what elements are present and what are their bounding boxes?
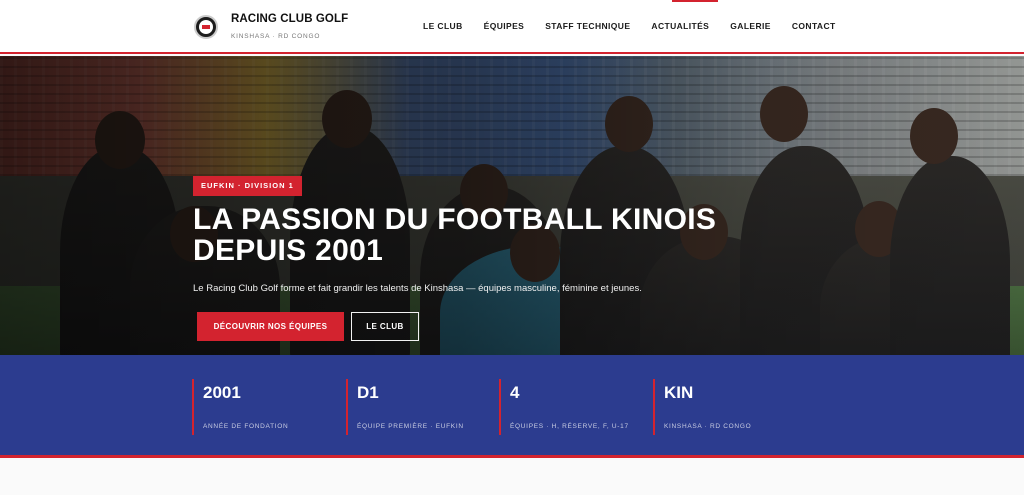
- stat-label: ÉQUIPE PREMIÈRE · EUFKIN: [357, 423, 464, 430]
- hero-title-line-2: DEPUIS 2001: [193, 234, 384, 267]
- stat-label: KINSHASA · RD CONGO: [664, 423, 752, 430]
- stat-city: KIN KINSHASA · RD CONGO: [653, 379, 803, 435]
- stat-value: 4: [510, 383, 520, 402]
- brand-name[interactable]: RACING CLUB GOLF: [231, 13, 348, 25]
- le-club-button[interactable]: LE CLUB: [351, 312, 419, 341]
- brand-location: KINSHASA · RD CONGO: [231, 33, 321, 40]
- nav-equipes[interactable]: ÉQUIPES: [484, 21, 525, 31]
- discover-teams-button[interactable]: DÉCOUVRIR NOS ÉQUIPES: [197, 312, 344, 341]
- nav-actualites[interactable]: ACTUALITÉS: [651, 21, 709, 31]
- hero-title: LA PASSION DU FOOTBALL KINOIS DEPUIS 200…: [193, 204, 833, 266]
- nav-galerie[interactable]: GALERIE: [730, 21, 771, 31]
- nav-staff-technique[interactable]: STAFF TECHNIQUE: [545, 21, 630, 31]
- main-nav: LE CLUB ÉQUIPES STAFF TECHNIQUE ACTUALIT…: [423, 21, 836, 31]
- hero-section: EUFKIN · DIVISION 1 LA PASSION DU FOOTBA…: [0, 56, 1024, 355]
- stats-band: 2001 ANNÉE DE FONDATION D1 ÉQUIPE PREMIÈ…: [0, 355, 1024, 458]
- hero-title-line-1: LA PASSION DU FOOTBALL KINOIS: [193, 203, 717, 236]
- league-badge: EUFKIN · DIVISION 1: [193, 176, 302, 196]
- stat-division: D1 ÉQUIPE PREMIÈRE · EUFKIN: [346, 379, 496, 435]
- stat-label: ÉQUIPES · H, RÉSERVE, F, U-17: [510, 423, 629, 430]
- stat-value: 2001: [203, 383, 241, 402]
- nav-le-club[interactable]: LE CLUB: [423, 21, 463, 31]
- club-logo-icon[interactable]: [194, 15, 218, 39]
- stat-foundation: 2001 ANNÉE DE FONDATION: [192, 379, 342, 435]
- active-nav-indicator: [672, 0, 718, 2]
- stat-label: ANNÉE DE FONDATION: [203, 423, 289, 430]
- stat-value: KIN: [664, 383, 694, 402]
- stat-teams: 4 ÉQUIPES · H, RÉSERVE, F, U-17: [499, 379, 649, 435]
- hero-description: Le Racing Club Golf forme et fait grandi…: [193, 283, 642, 294]
- site-header: RACING CLUB GOLF KINSHASA · RD CONGO LE …: [0, 0, 1024, 54]
- nav-contact[interactable]: CONTACT: [792, 21, 836, 31]
- page-continuation: [0, 461, 1024, 495]
- stat-value: D1: [357, 383, 379, 402]
